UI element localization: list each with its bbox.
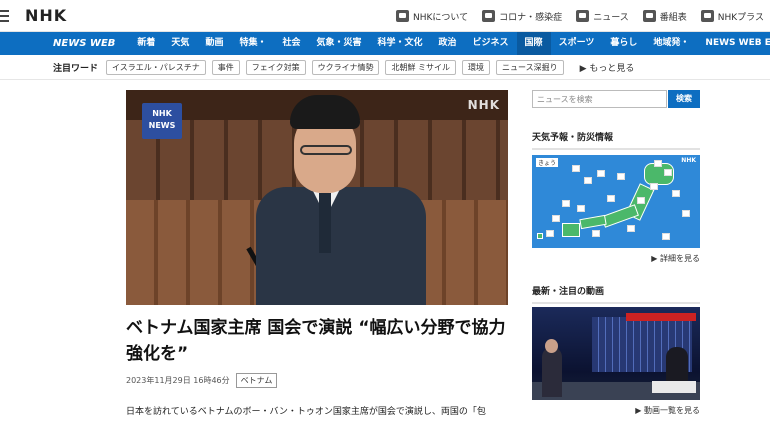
nav-item-business[interactable]: ビジネス	[465, 32, 517, 55]
keyword-tag[interactable]: イスラエル・パレスチナ	[106, 59, 206, 75]
nhk-news-badge: NHK NEWS	[142, 103, 182, 139]
link-nhk-about[interactable]: NHKについて	[396, 10, 468, 23]
news-banner	[626, 313, 696, 321]
video-list-link[interactable]: ▶ 動画一覧を見る	[635, 405, 700, 416]
weather-icon	[664, 169, 672, 176]
weather-icon	[597, 170, 605, 177]
nhk-plus-icon	[700, 10, 714, 22]
weather-icon	[654, 160, 662, 167]
nav-item-features[interactable]: 特集・	[231, 32, 274, 55]
nav-item-life[interactable]: 暮らし	[602, 32, 645, 55]
weather-icon	[662, 233, 670, 240]
article-meta: 2023年11月29日 16時46分 ベトナム	[126, 373, 278, 388]
keyword-tag[interactable]: 事件	[211, 59, 240, 75]
weather-icon	[682, 210, 690, 217]
nav-item-regional[interactable]: 地域発・	[645, 32, 697, 55]
article-tag[interactable]: ベトナム	[235, 373, 278, 388]
nav-item-sports[interactable]: スポーツ	[551, 32, 603, 55]
keyword-tag[interactable]: ニュース深掘り	[496, 59, 564, 75]
weather-map[interactable]: きょう NHK	[532, 155, 700, 248]
weather-icon	[607, 195, 615, 202]
weather-icon	[546, 230, 554, 237]
caption-box	[652, 381, 696, 393]
nav-item-video[interactable]: 動画	[197, 32, 231, 55]
nhk-info-icon	[396, 10, 410, 22]
article-headline: ベトナム国家主席 国会で演説 “幅広い分野で協力強化を”	[126, 318, 506, 364]
weather-icon	[637, 197, 645, 204]
link-news[interactable]: ニュース	[576, 10, 629, 23]
header-links: NHKについて コロナ・感染症 ニュース 番組表 NHKプラス	[396, 0, 764, 32]
map-nhk-logo: NHK	[681, 157, 696, 164]
speaker-figure	[256, 95, 426, 305]
keyword-bar: 注目ワード イスラエル・パレスチナ 事件 フェイク対策 ウクライナ情勢 北朝鮮 …	[0, 55, 770, 80]
search-input[interactable]: ニュースを検索	[532, 90, 667, 108]
weather-icon	[572, 165, 580, 172]
menu-icon[interactable]	[0, 10, 10, 22]
keyword-tag[interactable]: ウクライナ情勢	[311, 59, 380, 75]
nav-item-weather[interactable]: 天気	[163, 32, 197, 55]
weather-icon	[577, 205, 585, 212]
keywords-more-link[interactable]: ▶ もっと見る	[580, 61, 635, 74]
video-heading: 最新・注目の動画	[532, 284, 700, 304]
keyword-tag[interactable]: 北朝鮮 ミサイル	[385, 59, 457, 75]
link-nhk-plus[interactable]: NHKプラス	[700, 10, 764, 23]
anchor-figure	[542, 347, 562, 397]
weather-icon	[617, 173, 625, 180]
weather-icon	[650, 183, 658, 190]
keyword-tag[interactable]: フェイク対策	[245, 59, 306, 75]
article-hero-image: NHK NEWS NHK	[126, 90, 508, 305]
search-button[interactable]: 検索	[668, 90, 700, 108]
program-guide-icon	[642, 10, 656, 22]
weather-heading: 天気予報・防災情報	[532, 130, 700, 150]
top-bar: NHK NHKについて コロナ・感染症 ニュース 番組表 NHKプラス	[0, 0, 770, 32]
article-lead: 日本を訪れているベトナムのボー・バン・トゥオン国家主席が国会で演説し、両国の「包	[126, 407, 486, 417]
main-nav: NEWS WEB 新着 天気 動画 特集・ 社会 気象・災害 科学・文化 政治 …	[0, 32, 770, 55]
weather-icon	[592, 230, 600, 237]
link-corona[interactable]: コロナ・感染症	[482, 10, 562, 23]
link-program-guide[interactable]: 番組表	[642, 10, 687, 23]
weather-icon	[627, 225, 635, 232]
nav-item-easy[interactable]: NEWS WEB EASY	[697, 32, 770, 55]
weather-icon	[672, 190, 680, 197]
weather-detail-link[interactable]: ▶ 詳細を見る	[651, 253, 700, 264]
nav-item-international[interactable]: 国際	[516, 32, 551, 55]
news-icon	[576, 10, 590, 22]
weather-icon	[562, 200, 570, 207]
nav-item-politics[interactable]: 政治	[431, 32, 465, 55]
nhk-watermark: NHK	[467, 98, 500, 112]
nav-item-disaster[interactable]: 気象・災害	[308, 32, 369, 55]
keyword-label: 注目ワード	[53, 63, 99, 74]
article-date: 2023年11月29日 16時46分	[126, 376, 230, 385]
video-thumbnail[interactable]	[532, 307, 700, 400]
map-day-label: きょう	[536, 158, 559, 167]
corona-icon	[482, 10, 496, 22]
weather-icon	[584, 177, 592, 184]
nav-item-society[interactable]: 社会	[274, 32, 308, 55]
weather-icon	[552, 215, 560, 222]
keyword-tag[interactable]: 環境	[462, 59, 491, 75]
news-web-brand[interactable]: NEWS WEB	[53, 38, 115, 49]
nav-item-new[interactable]: 新着	[129, 32, 163, 55]
nav-item-science[interactable]: 科学・文化	[370, 32, 431, 55]
nhk-logo[interactable]: NHK	[25, 6, 67, 25]
